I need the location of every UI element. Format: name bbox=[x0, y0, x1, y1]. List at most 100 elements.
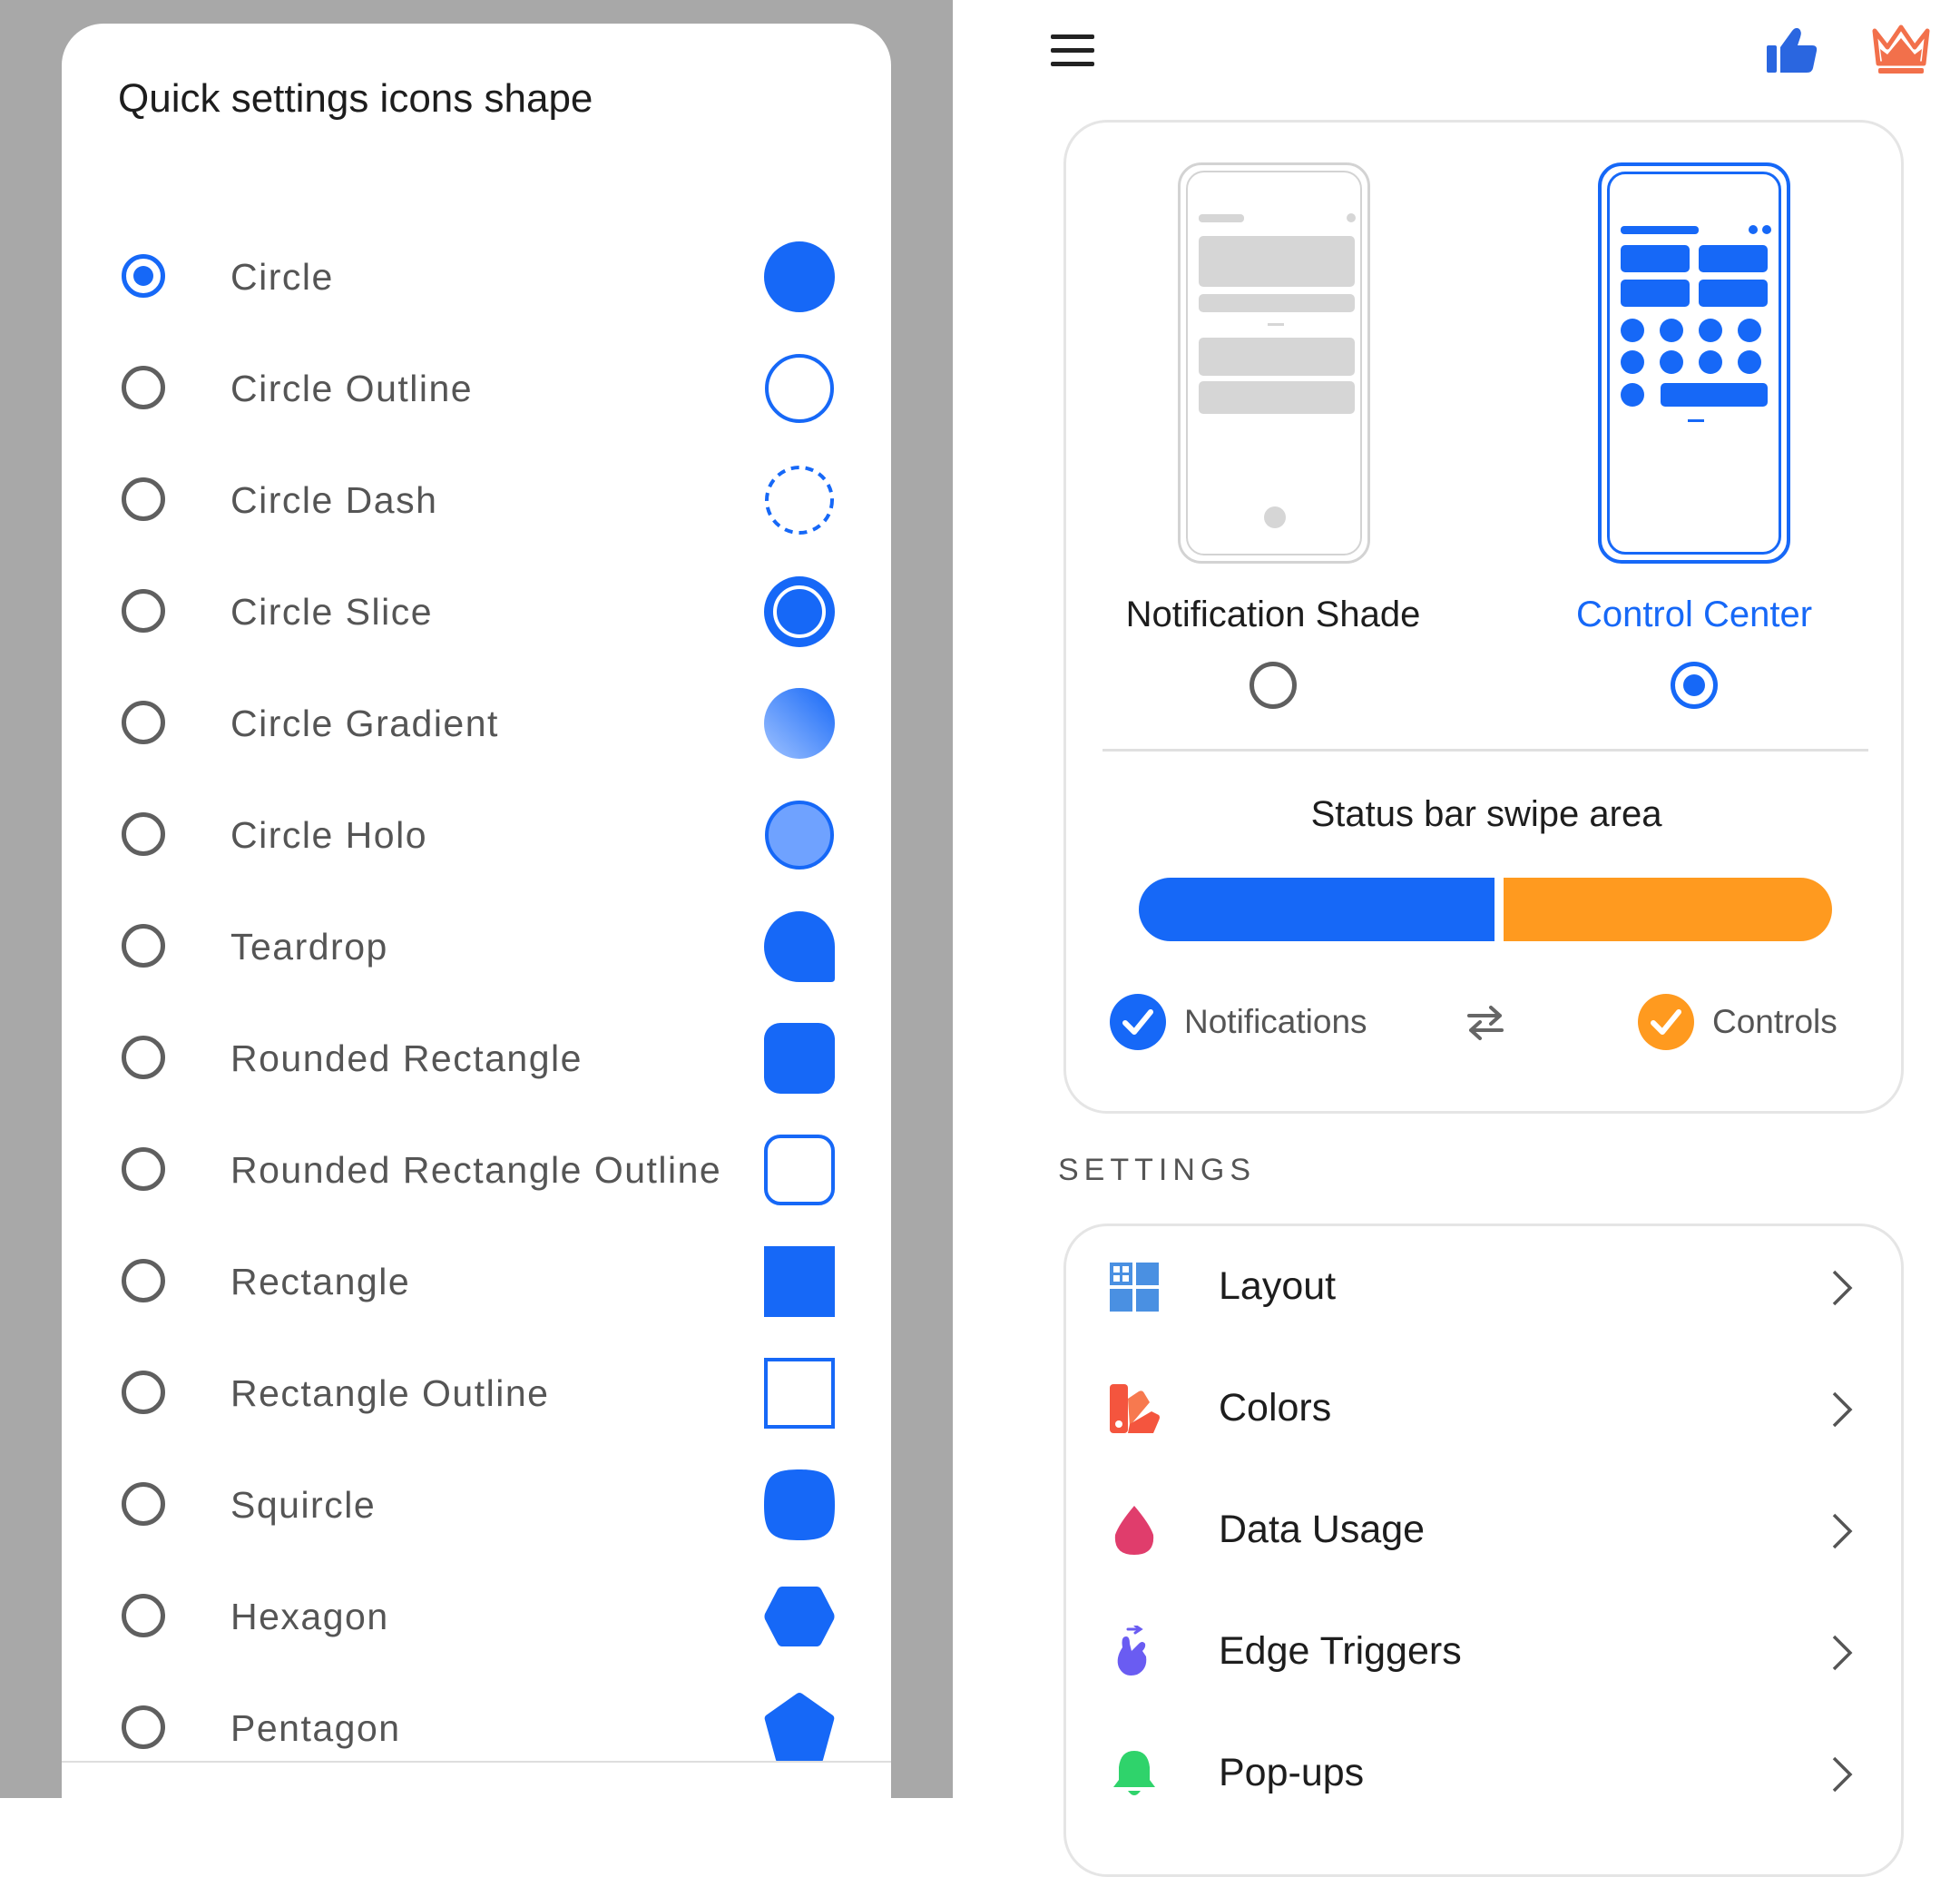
option-label: Circle Dash bbox=[230, 479, 438, 521]
radio-teardrop[interactable] bbox=[122, 924, 165, 968]
option-label: Teardrop bbox=[230, 926, 388, 968]
notifications-check-icon bbox=[1110, 994, 1166, 1050]
option-circle-dash[interactable]: Circle Dash bbox=[62, 445, 891, 555]
settings-item-label: Layout bbox=[1219, 1264, 1337, 1308]
settings-item-label: Edge Triggers bbox=[1219, 1629, 1462, 1673]
controls-legend-label: Controls bbox=[1712, 1003, 1838, 1040]
option-hexagon[interactable]: Hexagon bbox=[62, 1561, 891, 1672]
circle-outline-shape-icon bbox=[764, 353, 835, 424]
divider bbox=[1102, 749, 1868, 752]
radio-rounded-rectangle[interactable] bbox=[122, 1036, 165, 1079]
option-circle-holo[interactable]: Circle Holo bbox=[62, 780, 891, 890]
rounded-rectangle-outline-shape-icon bbox=[764, 1135, 835, 1205]
swipe-area-title: Status bar swipe area bbox=[1310, 794, 1662, 834]
radio-rounded-rectangle-outline[interactable] bbox=[122, 1147, 165, 1191]
settings-item-pop-ups[interactable]: Pop-ups bbox=[1066, 1713, 1906, 1834]
option-label: Hexagon bbox=[230, 1596, 389, 1637]
circle-dash-shape-icon bbox=[764, 465, 835, 536]
circle-gradient-shape-icon bbox=[764, 688, 835, 759]
pentagon-shape-icon bbox=[764, 1693, 835, 1764]
squircle-shape-icon bbox=[764, 1469, 835, 1540]
settings-item-data-usage[interactable]: Data Usage bbox=[1066, 1469, 1906, 1591]
circle-slice-shape-icon bbox=[764, 576, 835, 647]
radio-circle-gradient[interactable] bbox=[122, 701, 165, 744]
swap-arrows-icon[interactable] bbox=[1464, 1003, 1507, 1043]
option-rectangle-outline[interactable]: Rectangle Outline bbox=[62, 1338, 891, 1449]
option-circle-gradient[interactable]: Circle Gradient bbox=[62, 668, 891, 779]
settings-section-header: SETTINGS bbox=[1058, 1153, 1257, 1187]
drop-icon bbox=[1108, 1504, 1161, 1557]
settings-item-edge-triggers[interactable]: Edge Triggers bbox=[1066, 1591, 1906, 1713]
swipe-area-slider[interactable] bbox=[1139, 878, 1832, 941]
circle-shape-icon bbox=[764, 241, 835, 312]
color-palette-icon bbox=[1108, 1382, 1161, 1435]
rectangle-outline-shape-icon bbox=[764, 1358, 835, 1429]
chevron-right-icon bbox=[1830, 1390, 1854, 1430]
radio-control-center[interactable] bbox=[1671, 662, 1718, 709]
option-rounded-rectangle-outline[interactable]: Rounded Rectangle Outline bbox=[62, 1115, 891, 1225]
chevron-right-icon bbox=[1830, 1754, 1854, 1794]
control-center-preview[interactable] bbox=[1598, 162, 1790, 564]
option-label: Circle bbox=[230, 256, 334, 298]
notifications-swipe-segment[interactable] bbox=[1139, 878, 1494, 941]
settings-item-label: Data Usage bbox=[1219, 1508, 1426, 1551]
bell-icon bbox=[1108, 1747, 1161, 1800]
circle-holo-shape-icon bbox=[764, 800, 835, 870]
option-circle-outline[interactable]: Circle Outline bbox=[62, 333, 891, 444]
controls-check-icon bbox=[1638, 994, 1694, 1050]
option-rounded-rectangle[interactable]: Rounded Rectangle bbox=[62, 1003, 891, 1114]
option-label: Squircle bbox=[230, 1484, 377, 1526]
radio-circle-holo[interactable] bbox=[122, 812, 165, 856]
option-label: Pentagon bbox=[230, 1707, 401, 1749]
radio-circle[interactable] bbox=[122, 254, 165, 298]
dialog-divider bbox=[62, 1761, 891, 1763]
option-label: Rounded Rectangle bbox=[230, 1037, 583, 1079]
settings-item-colors[interactable]: Colors bbox=[1066, 1348, 1906, 1469]
option-label: Circle Slice bbox=[230, 591, 434, 633]
chevron-right-icon bbox=[1830, 1268, 1854, 1308]
panel-mode-card: Notification Shade Control Center Status… bbox=[1063, 120, 1904, 1114]
notification-shade-preview[interactable] bbox=[1178, 162, 1370, 564]
radio-circle-slice[interactable] bbox=[122, 589, 165, 633]
chevron-right-icon bbox=[1830, 1633, 1854, 1673]
option-label: Circle Holo bbox=[230, 814, 427, 856]
radio-circle-outline[interactable] bbox=[122, 366, 165, 409]
settings-list: Layout Colors Data Usage Edge Triggers P… bbox=[1063, 1223, 1904, 1877]
notification-shade-label: Notification Shade bbox=[1125, 595, 1421, 634]
option-label: Rectangle Outline bbox=[230, 1372, 550, 1414]
controls-swipe-segment[interactable] bbox=[1504, 878, 1832, 941]
crown-icon[interactable] bbox=[1871, 22, 1931, 76]
hexagon-shape-icon bbox=[764, 1581, 835, 1652]
radio-rectangle[interactable] bbox=[122, 1259, 165, 1302]
settings-item-label: Pop-ups bbox=[1219, 1751, 1365, 1794]
control-center-label: Control Center bbox=[1575, 595, 1813, 634]
option-pentagon[interactable]: Pentagon bbox=[62, 1673, 891, 1784]
option-label: Rounded Rectangle Outline bbox=[230, 1149, 722, 1191]
rounded-rectangle-shape-icon bbox=[764, 1023, 835, 1094]
radio-rectangle-outline[interactable] bbox=[122, 1371, 165, 1414]
option-circle-slice[interactable]: Circle Slice bbox=[62, 556, 891, 667]
option-circle[interactable]: Circle bbox=[62, 221, 891, 332]
teardrop-shape-icon bbox=[764, 911, 835, 982]
radio-hexagon[interactable] bbox=[122, 1594, 165, 1637]
notifications-legend-label: Notifications bbox=[1184, 1003, 1367, 1040]
option-rectangle[interactable]: Rectangle bbox=[62, 1226, 891, 1337]
radio-pentagon[interactable] bbox=[122, 1705, 165, 1749]
rectangle-shape-icon bbox=[764, 1246, 835, 1317]
option-label: Rectangle bbox=[230, 1261, 411, 1302]
dim-backdrop[interactable]: Quick settings icons shape Circle Circle… bbox=[0, 0, 953, 1798]
hamburger-menu-icon[interactable] bbox=[1051, 34, 1096, 71]
settings-screen: Notification Shade Control Center Status… bbox=[953, 0, 1960, 1877]
shape-picker-dialog: Quick settings icons shape Circle Circle… bbox=[62, 24, 891, 1798]
option-teardrop[interactable]: Teardrop bbox=[62, 891, 891, 1002]
chevron-right-icon bbox=[1830, 1511, 1854, 1551]
radio-squircle[interactable] bbox=[122, 1482, 165, 1526]
option-label: Circle Gradient bbox=[230, 703, 499, 744]
thumbs-up-icon[interactable] bbox=[1765, 25, 1819, 76]
layout-grid-icon bbox=[1108, 1261, 1161, 1313]
settings-item-layout[interactable]: Layout bbox=[1066, 1226, 1906, 1348]
radio-circle-dash[interactable] bbox=[122, 477, 165, 521]
option-squircle[interactable]: Squircle bbox=[62, 1450, 891, 1560]
radio-notification-shade[interactable] bbox=[1250, 662, 1297, 709]
option-label: Circle Outline bbox=[230, 368, 474, 409]
